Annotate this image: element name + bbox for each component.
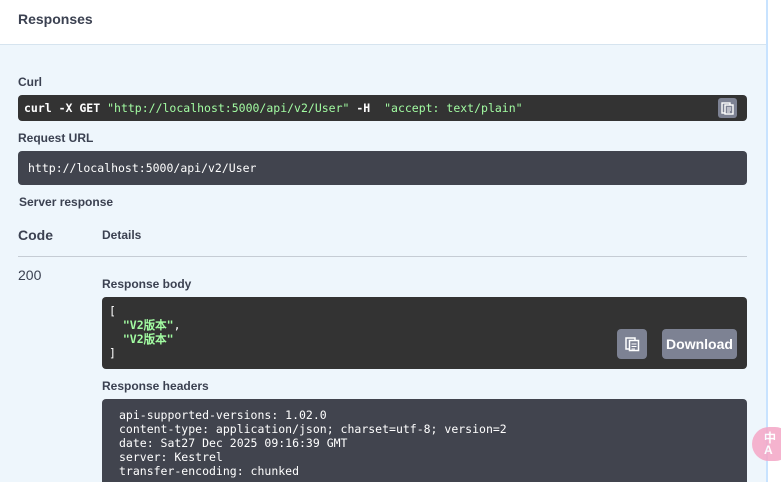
header-line: transfer-encoding: chunked [119, 464, 300, 478]
header-line: api-supported-versions: 1.02.0 [119, 408, 327, 422]
body-item-1-comma: , [173, 318, 181, 332]
code-column-header: Code [18, 227, 53, 243]
copy-response-button[interactable] [617, 329, 647, 359]
responses-body: Curl curl -X GET "http://localhost:5000/… [0, 45, 766, 482]
swagger-responses-panel: Responses Curl curl -X GET "http://local… [0, 0, 781, 482]
response-headers-label: Response headers [102, 379, 209, 393]
curl-command[interactable]: curl -X GET "http://localhost:5000/api/v… [18, 95, 747, 121]
header-line: server: Kestrel [119, 450, 223, 464]
header-line: date: Sat27 Dec 2025 09:16:39 GMT [119, 436, 348, 450]
body-item-1: "V2版本" [122, 318, 174, 332]
curl-label: Curl [18, 75, 42, 89]
response-body[interactable]: [ "V2版本", "V2版本" ] Download [102, 297, 747, 369]
body-item-2: "V2版本" [122, 332, 174, 346]
curl-header: "accept: text/plain" [384, 101, 523, 115]
curl-flag: -H [356, 101, 371, 115]
curl-prefix: curl -X GET [24, 101, 101, 115]
responses-title: Responses [18, 11, 93, 27]
panel-right-edge [766, 0, 768, 482]
request-url-label: Request URL [18, 131, 94, 145]
response-body-label: Response body [102, 277, 192, 291]
download-button[interactable]: Download [662, 329, 737, 359]
copy-curl-button[interactable] [718, 98, 737, 118]
clipboard-icon [721, 102, 734, 115]
response-headers[interactable]: api-supported-versions: 1.02.0 content-t… [102, 399, 747, 482]
translate-badge[interactable]: 中 A [752, 427, 781, 461]
curl-url: "http://localhost:5000/api/v2/User" [107, 101, 350, 115]
details-column-header: Details [102, 228, 142, 242]
body-open-bracket: [ [109, 304, 116, 318]
status-code: 200 [18, 267, 42, 283]
clipboard-icon [624, 337, 639, 352]
header-line: content-type: application/json; charset=… [119, 422, 507, 436]
table-divider [18, 256, 747, 257]
request-url-value[interactable]: http://localhost:5000/api/v2/User [18, 151, 747, 185]
responses-header: Responses [0, 0, 766, 45]
server-response-label: Server response [19, 195, 114, 209]
badge-line-2: A [764, 443, 773, 457]
